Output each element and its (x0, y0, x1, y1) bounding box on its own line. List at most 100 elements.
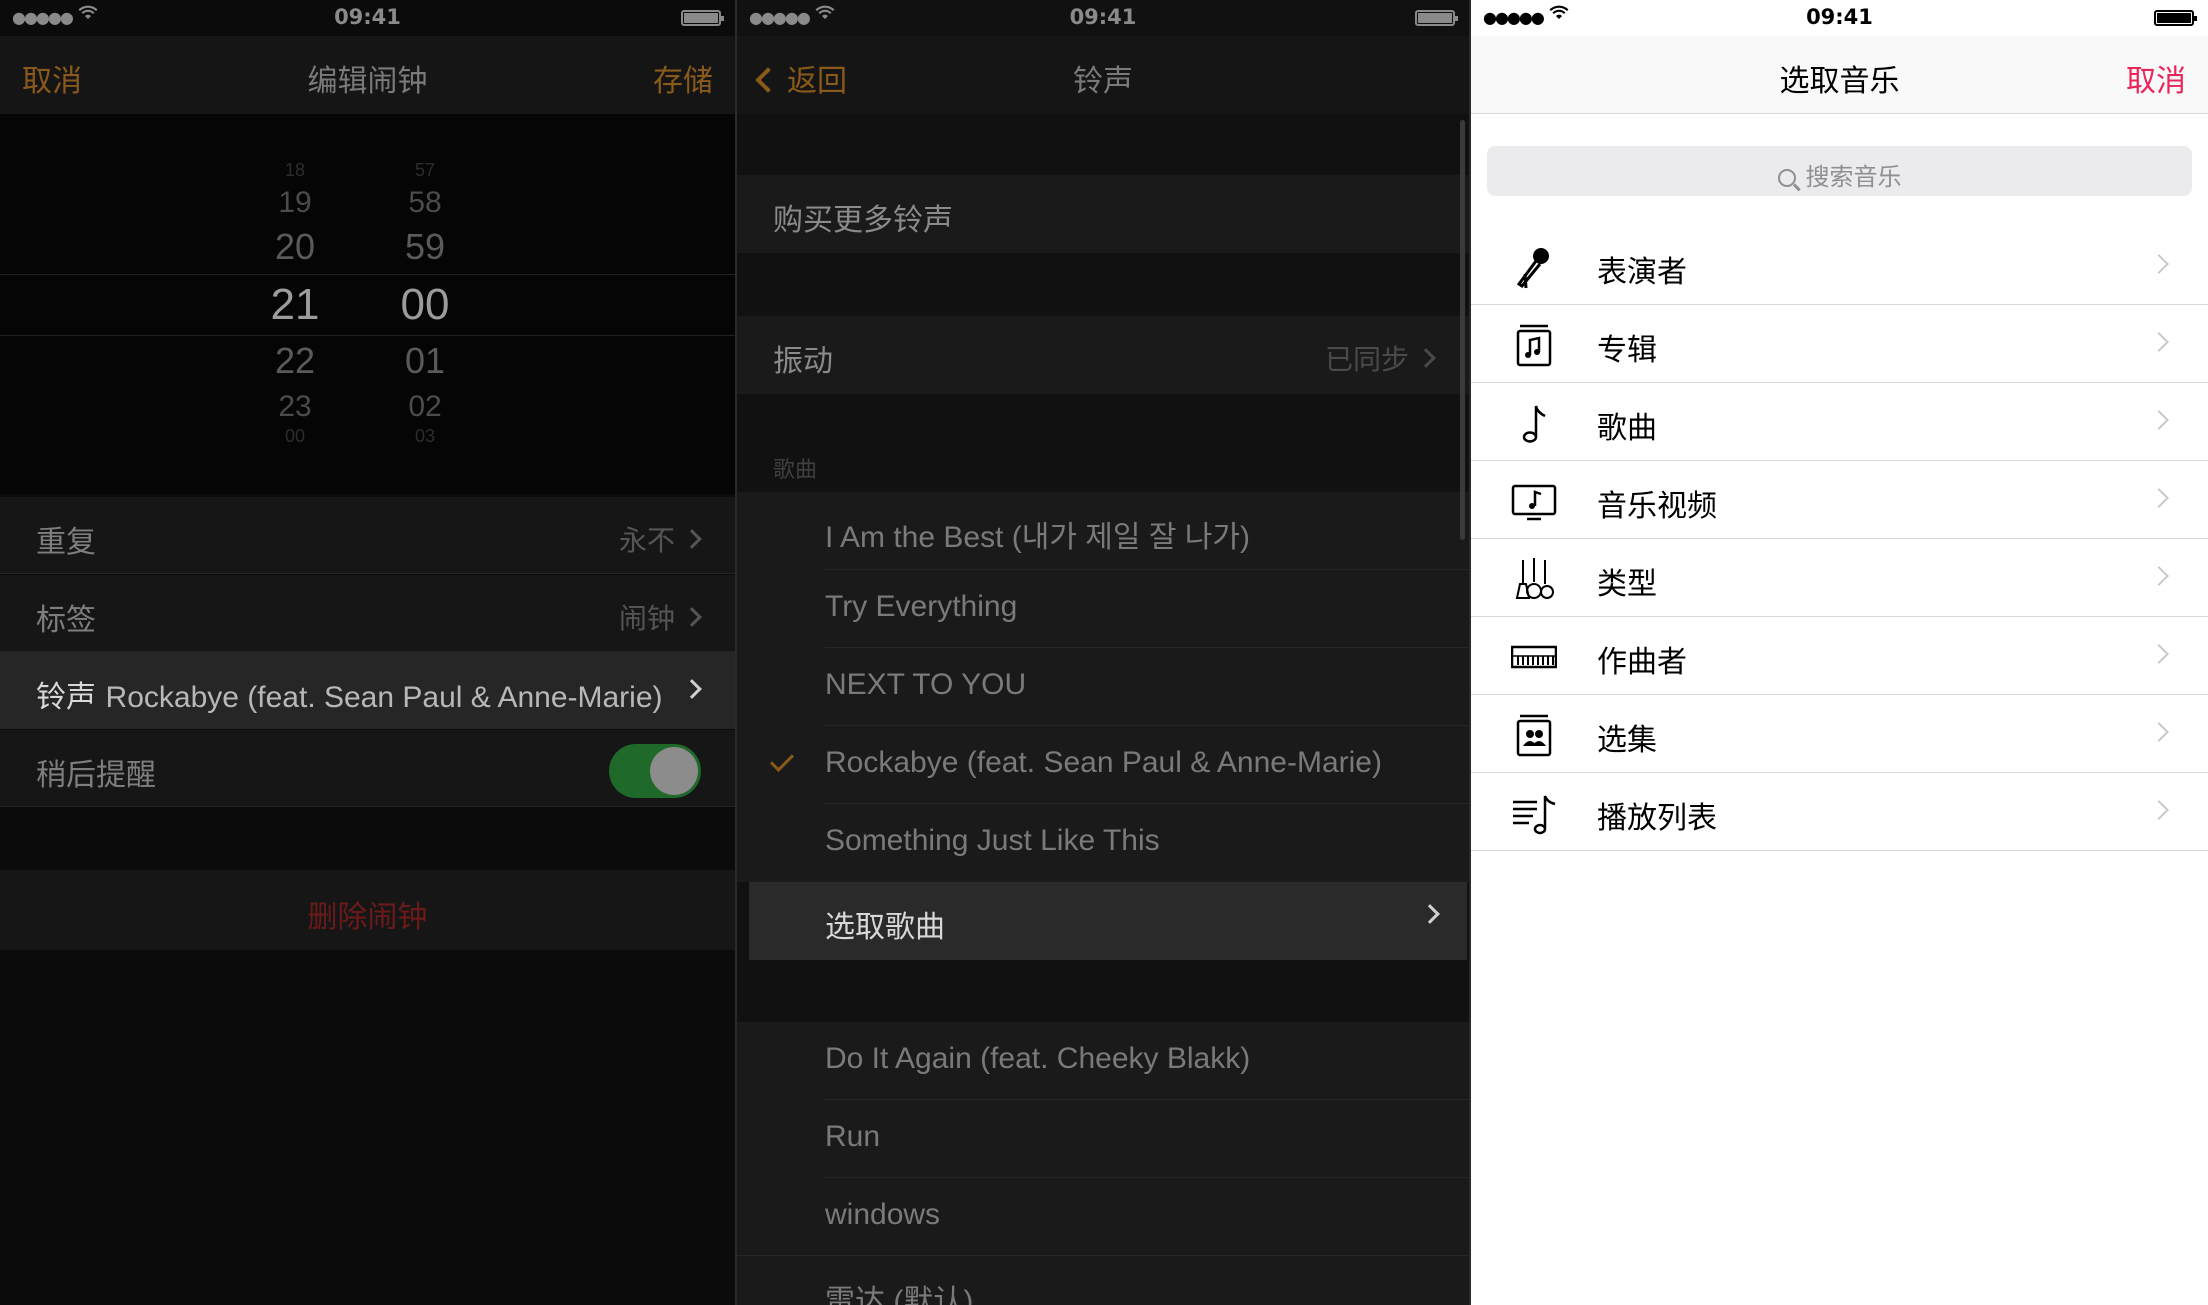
menu-item-label: 音乐视频 (1597, 489, 1717, 524)
label-value: 闹钟 (618, 597, 702, 637)
battery-icon (2154, 10, 2197, 26)
album-icon (1516, 324, 1552, 367)
selected-hour: 21 (270, 280, 320, 329)
piano-icon (1511, 645, 1557, 669)
chevron-right-icon (675, 674, 702, 707)
tone-row[interactable]: 雷达 (默认) (737, 1256, 1469, 1305)
menu-item-playlists[interactable]: 播放列表 (1471, 773, 2208, 851)
save-button[interactable]: 存储 (653, 56, 713, 100)
snooze-row: 稍后提醒 (0, 730, 735, 807)
nav-bar: 选取音乐 取消 (1471, 36, 2208, 114)
compilation-icon (1516, 714, 1552, 757)
sound-value: Rockabye (feat. Sean Paul & Anne-Marie) (105, 681, 663, 714)
status-bar: ●●●●● 09:41 (0, 0, 735, 36)
minute-option: 57 (414, 160, 436, 180)
label-row[interactable]: 标签 闹钟 (0, 575, 735, 652)
cancel-button[interactable]: 取消 (2126, 56, 2186, 100)
hour-option: 00 (284, 426, 306, 446)
page-title: 选取音乐 (1779, 64, 1900, 99)
hour-option: 22 (274, 340, 316, 381)
store-link: 购买更多铃声 (773, 203, 953, 238)
song-row[interactable]: I Am the Best (내가 제일 잘 나가) (737, 492, 1469, 570)
chevron-right-icon (682, 607, 702, 627)
status-time: 09:41 (334, 5, 401, 29)
edit-alarm-screen: ●●●●● 09:41 取消 编辑闹钟 存储 18 19 20 21 22 23… (0, 0, 735, 1305)
menu-item-label: 选集 (1597, 723, 1657, 758)
tone-title: windows (825, 1198, 941, 1231)
pick-song-label: 选取歌曲 (825, 911, 945, 944)
tone-title: Run (825, 1120, 881, 1153)
hour-option: 20 (274, 226, 316, 267)
delete-alarm-button[interactable]: 删除闹钟 (0, 870, 735, 950)
battery-icon (1415, 10, 1458, 26)
store-row[interactable]: 购买更多铃声 (737, 175, 1469, 253)
song-row[interactable]: Something Just Like This (737, 804, 1469, 882)
menu-item-music-videos[interactable]: 音乐视频 (1471, 461, 2208, 539)
chevron-right-icon (1413, 903, 1440, 925)
search-field[interactable]: 搜索音乐 (1487, 146, 2192, 196)
song-title: Try Everything (825, 590, 1018, 623)
tone-row[interactable]: Do It Again (feat. Cheeky Blakk) (737, 1022, 1469, 1100)
time-picker[interactable]: 18 19 20 21 22 23 00 57 58 59 00 01 02 0… (0, 114, 735, 494)
repeat-label: 重复 (36, 525, 96, 560)
hour-option: 19 (278, 186, 312, 219)
battery-icon (681, 10, 724, 26)
status-time: 09:41 (1069, 5, 1137, 29)
repeat-row[interactable]: 重复 永不 (0, 497, 735, 574)
tone-row[interactable]: windows (737, 1178, 1469, 1256)
menu-item-composers[interactable]: 作曲者 (1471, 617, 2208, 695)
hour-option: 23 (278, 390, 312, 423)
nav-bar: 返回 铃声 (737, 36, 1469, 114)
song-title: Rockabye (feat. Sean Paul & Anne-Marie) (825, 746, 1382, 779)
tone-title: 雷达 (默认) (825, 1285, 974, 1305)
search-icon (1777, 169, 1796, 187)
microphone-icon (1516, 248, 1549, 289)
minute-option: 01 (404, 340, 446, 381)
status-bar: ●●●●● 09:41 (1471, 0, 2208, 36)
menu-item-compilations[interactable]: 选集 (1471, 695, 2208, 773)
repeat-value-text: 永不 (618, 524, 675, 557)
menu-item-label: 歌曲 (1597, 411, 1657, 446)
chevron-right-icon (2149, 566, 2169, 586)
song-row[interactable]: Try Everything (737, 570, 1469, 648)
minute-option: 58 (408, 186, 442, 219)
status-time: 09:41 (1806, 5, 1873, 29)
pick-song-row[interactable]: 选取歌曲 (749, 882, 1467, 960)
chevron-right-icon (2149, 800, 2169, 820)
snooze-label: 稍后提醒 (36, 758, 156, 793)
scrollbar[interactable] (1460, 120, 1465, 540)
vibration-value: 已同步 (1324, 338, 1436, 378)
menu-item-performers[interactable]: 表演者 (1471, 227, 2208, 305)
song-row-selected[interactable]: Rockabye (feat. Sean Paul & Anne-Marie) (737, 726, 1469, 804)
ringtone-screen: ●●●●● 09:41 返回 铃声 购买更多铃声 振动 已同步 歌曲 I Am … (735, 0, 1471, 1305)
vibration-row[interactable]: 振动 已同步 (737, 316, 1469, 394)
snooze-toggle[interactable] (609, 744, 701, 798)
vibration-label: 振动 (773, 344, 833, 379)
sound-label: 铃声 Rockabye (feat. Sean Paul & Anne-Mari… (36, 672, 663, 716)
menu-item-label: 表演者 (1597, 255, 1687, 290)
sound-row[interactable]: 铃声 Rockabye (feat. Sean Paul & Anne-Mari… (0, 652, 735, 729)
menu-item-albums[interactable]: 专辑 (1471, 305, 2208, 383)
tone-row[interactable]: Run (737, 1100, 1469, 1178)
chevron-right-icon (2149, 254, 2169, 274)
playlist-icon (1513, 795, 1556, 835)
label-label: 标签 (36, 603, 96, 638)
song-title: Something Just Like This (825, 824, 1160, 857)
menu-item-label: 播放列表 (1597, 801, 1717, 836)
repeat-value: 永不 (618, 519, 702, 559)
menu-item-songs[interactable]: 歌曲 (1471, 383, 2208, 461)
songs-section-header: 歌曲 (773, 458, 818, 483)
sound-label-text: 铃声 (36, 680, 96, 715)
label-value-text: 闹钟 (618, 602, 675, 635)
chevron-right-icon (2149, 410, 2169, 430)
song-row[interactable]: NEXT TO YOU (737, 648, 1469, 726)
menu-item-genres[interactable]: 类型 (1471, 539, 2208, 617)
music-picker-screen: ●●●●● 09:41 选取音乐 取消 搜索音乐 表演者 专辑 歌曲 音乐视频 … (1471, 0, 2208, 1305)
chevron-right-icon (682, 529, 702, 549)
vibration-value-text: 已同步 (1324, 343, 1409, 376)
song-title: NEXT TO YOU (825, 668, 1027, 701)
page-title: 编辑闹钟 (307, 64, 428, 99)
menu-item-label: 作曲者 (1597, 645, 1687, 680)
minute-option: 02 (408, 390, 442, 423)
minute-option: 03 (414, 426, 436, 446)
